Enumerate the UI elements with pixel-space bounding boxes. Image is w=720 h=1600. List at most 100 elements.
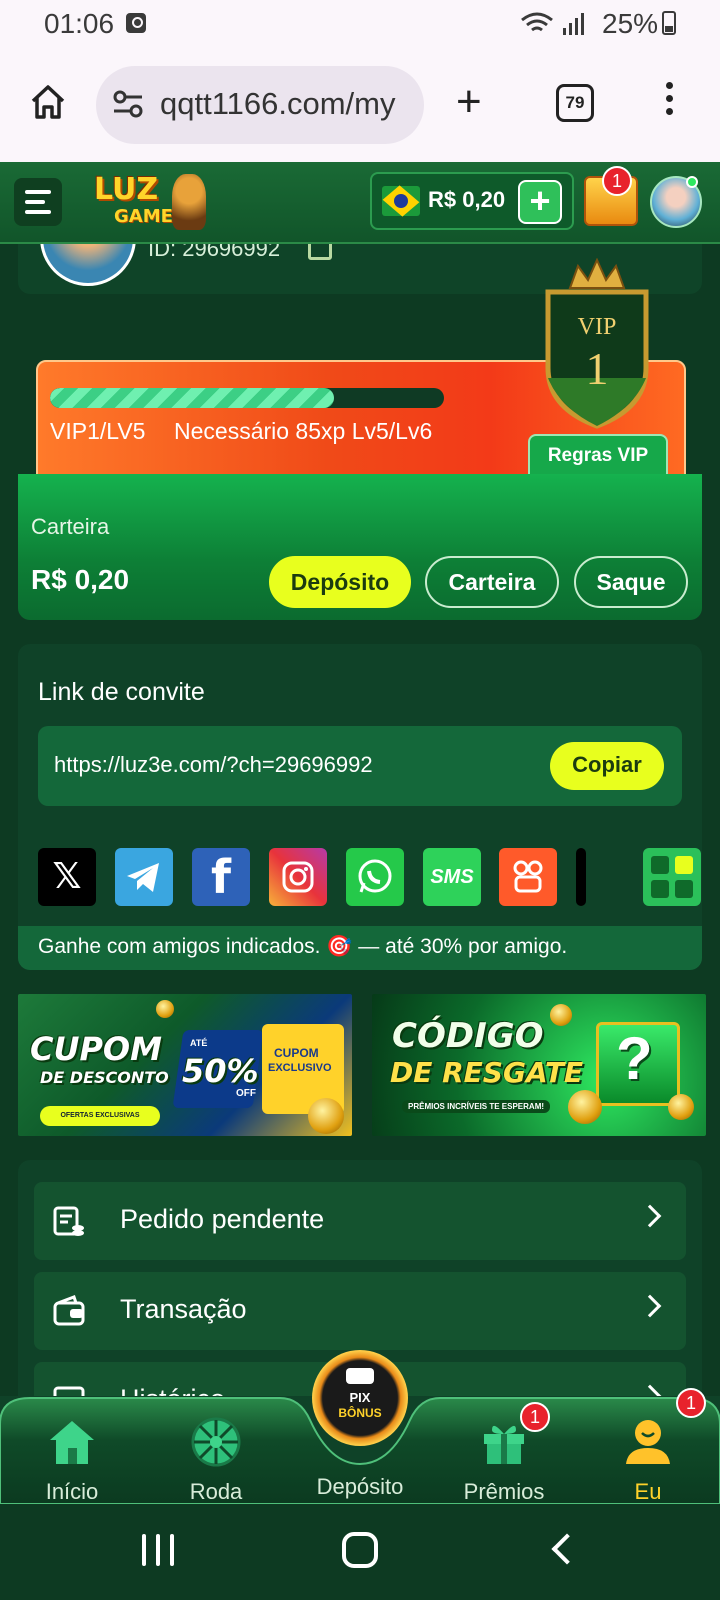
header-balance: R$ 0,20 + (370, 172, 574, 230)
system-home-button[interactable] (342, 1532, 378, 1568)
browser-menu-button[interactable] (666, 82, 674, 121)
status-time: 01:06 (44, 8, 115, 39)
logo[interactable]: LUZ GAMES (94, 172, 210, 234)
telegram-icon[interactable] (115, 848, 173, 906)
nav-label: Prêmios (463, 1479, 545, 1504)
coupon-banner-subtitle: DE DESCONTO (40, 1068, 169, 1087)
menu-item-label: Transação (120, 1294, 247, 1324)
invite-card: Link de convite https://luz3e.com/?ch=29… (18, 644, 702, 970)
wallet-balance: R$ 0,20 (31, 564, 130, 595)
more-share-icon[interactable] (576, 848, 586, 906)
withdraw-button[interactable]: Saque (574, 556, 688, 608)
wheel-icon (191, 1417, 241, 1467)
vip-requirement: Necessário 85xp Lv5/Lv6 (174, 418, 433, 444)
nav-label: Depósito (316, 1474, 404, 1499)
signal-icon (563, 13, 584, 35)
site-settings-icon[interactable] (112, 90, 144, 118)
status-bar: 01:06 25% (0, 0, 720, 52)
coin-image (308, 1098, 344, 1134)
nav-prizes[interactable]: Prêmios 1 (444, 1402, 564, 1505)
wallet-card: Carteira R$ 0,20 Depósito Carteira Saque (18, 474, 702, 620)
header-balance-value: R$ 0,20 (428, 187, 506, 212)
pix-bonus-button[interactable]: PIX BÔNUS (312, 1350, 408, 1446)
notification-badge: 1 (602, 166, 632, 196)
nav-label: Roda (189, 1479, 243, 1504)
whatsapp-icon[interactable] (346, 848, 404, 906)
coupon-banner-pill: OFERTAS EXCLUSIVAS (40, 1106, 160, 1126)
kwai-icon[interactable] (499, 848, 557, 906)
battery-icon (662, 11, 676, 35)
coupon-right-subtitle: EXCLUSIVO (268, 1062, 332, 1074)
chevron-right-icon (638, 1294, 662, 1318)
sms-icon[interactable]: SMS (423, 848, 481, 906)
vip-shield-number: 1 (586, 343, 609, 394)
invite-link[interactable]: https://luz3e.com/?ch=29696992 (54, 752, 373, 778)
menu-button[interactable] (14, 178, 62, 226)
brazil-flag-icon (382, 186, 420, 216)
app-header: LUZ GAMES R$ 0,20 + 1 (0, 162, 720, 244)
vip-shield-label: VIP (578, 314, 617, 340)
nav-label: Início (45, 1479, 99, 1504)
online-status-dot (686, 176, 698, 188)
home-icon (50, 1421, 94, 1464)
menu-item-pending-orders[interactable]: Pedido pendente (34, 1182, 686, 1260)
nav-wheel[interactable]: Roda (156, 1416, 276, 1505)
me-badge: 1 (676, 1388, 706, 1418)
nav-label: Eu (634, 1479, 662, 1504)
redeem-banner-subtitle: DE RESGATE (390, 1056, 584, 1089)
invite-title: Link de convite (38, 678, 205, 706)
address-bar[interactable]: qqtt1166.com/my (96, 66, 424, 144)
share-row: 𝕏 f SMS (38, 848, 702, 906)
coupon-off: OFF (236, 1088, 256, 1099)
vip-shield-icon: VIP 1 (545, 258, 649, 429)
coupon-right-title: CUPOM (274, 1046, 319, 1060)
tab-switcher-button[interactable]: 79 (556, 84, 594, 122)
x-icon[interactable]: 𝕏 (38, 848, 96, 906)
pix-bonus-label: BÔNUS (338, 1406, 382, 1420)
nav-me[interactable]: Eu (588, 1416, 708, 1505)
invite-footer: Ganhe com amigos indicados. 🎯 — até 30% … (18, 926, 702, 970)
system-navigation (0, 1504, 720, 1600)
coin-image (568, 1090, 602, 1124)
redeem-banner-title: CÓDIGO (392, 1016, 544, 1056)
mascot-image (172, 174, 206, 230)
apps-icon[interactable] (643, 848, 701, 906)
prizes-badge: 1 (520, 1402, 550, 1432)
logo-text: LUZ (94, 172, 159, 207)
coupon-banner[interactable]: CUPOM DE DESCONTO OFERTAS EXCLUSIVAS ATÉ… (18, 994, 352, 1136)
pending-orders-icon (53, 1206, 84, 1236)
coin-image (156, 1000, 174, 1018)
url-text: qqtt1166.com/my (160, 86, 396, 121)
wallet-button[interactable]: Carteira (425, 556, 559, 608)
battery-text: 25% (602, 8, 659, 39)
invite-link-box: https://luz3e.com/?ch=29696992 Copiar (38, 726, 682, 806)
coin-image (668, 1094, 694, 1120)
redeem-code-banner[interactable]: CÓDIGO DE RESGATE PRÊMIOS INCRÍVEIS TE E… (372, 994, 706, 1136)
pix-label: PIX (349, 1390, 371, 1405)
vip-progress-fill (50, 388, 334, 408)
user-icon (626, 1420, 670, 1464)
home-icon[interactable] (28, 82, 68, 122)
vip-progress-bar (50, 388, 444, 408)
instagram-icon[interactable] (269, 848, 327, 906)
coin-image (550, 1004, 572, 1026)
facebook-icon[interactable]: f (192, 848, 250, 906)
recent-apps-button[interactable] (142, 1534, 176, 1568)
chevron-right-icon (638, 1204, 662, 1228)
deposit-button[interactable]: Depósito (269, 556, 411, 608)
vip-level: VIP1/LV5 (50, 418, 146, 444)
copy-button[interactable]: Copiar (550, 742, 664, 790)
new-tab-button[interactable]: + (456, 80, 482, 124)
menu-item-transactions[interactable]: Transação (34, 1272, 686, 1350)
alarm-icon (126, 13, 146, 33)
question-mark: ? (616, 1025, 653, 1092)
back-button[interactable] (551, 1533, 583, 1565)
coupon-percent: 50% (182, 1052, 259, 1090)
nav-home[interactable]: Início (12, 1416, 132, 1505)
vip-rules-button[interactable]: Regras VIP (528, 434, 668, 478)
add-funds-button[interactable]: + (518, 180, 562, 224)
menu-item-label: Pedido pendente (120, 1204, 325, 1234)
wallet-title: Carteira (31, 514, 110, 539)
browser-toolbar: qqtt1166.com/my + 79 (0, 52, 720, 162)
coupon-banner-title: CUPOM (30, 1030, 162, 1068)
